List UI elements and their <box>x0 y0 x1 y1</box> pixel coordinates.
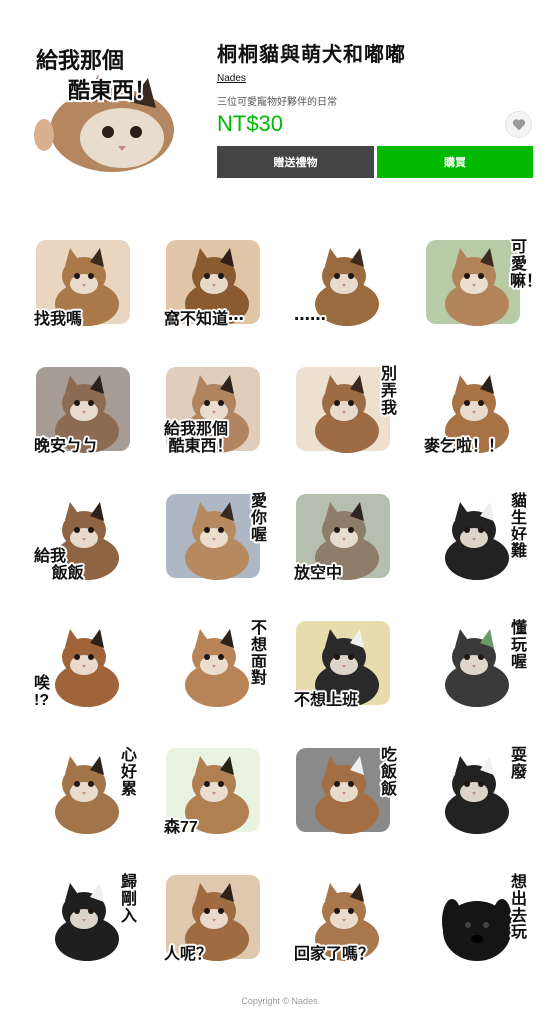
sticker-caption: ⋯⋯ <box>294 311 326 329</box>
sticker-caption: 森77 <box>164 819 198 837</box>
sticker-item[interactable]: 可愛嘛！ <box>412 228 542 355</box>
sticker-item[interactable]: 不想上班 <box>282 609 412 736</box>
sticker-item[interactable]: 耍廢 <box>412 736 542 863</box>
sticker-item[interactable]: 找我嗎 <box>22 228 152 355</box>
sticker-item[interactable]: 晚安ㄅㄅ <box>22 355 152 482</box>
sticker-grid: 找我嗎 窩不知道⋯ ⋯⋯ 可愛嘛！ 晚安ㄅㄅ 給我那個 酷東西！ 別弄我 麥乞啦… <box>22 228 542 990</box>
main-sticker-caption-line1: 給我那個 <box>36 48 124 74</box>
tuxedo-cat-sticker-image <box>445 502 509 580</box>
sticker-item[interactable]: 窩不知道⋯ <box>152 228 282 355</box>
calico-cat-sticker-image <box>426 240 520 326</box>
sticker-item[interactable]: 給我那個 酷東西！ <box>152 355 282 482</box>
calico-cat-sticker-image <box>166 494 260 580</box>
sticker-item[interactable]: 懂玩喔 <box>412 609 542 736</box>
sticker-caption: 放空中 <box>294 565 343 583</box>
sticker-caption: 歸剛入 <box>120 874 137 925</box>
main-sticker-caption-line2: 酷東西！ <box>68 79 156 104</box>
calico-cat-sticker-image <box>55 756 119 834</box>
sticker-item[interactable]: 放空中 <box>282 482 412 609</box>
sticker-caption: 懂玩喔 <box>510 620 527 671</box>
sticker-caption: 貓生好難 <box>510 493 527 561</box>
sticker-item[interactable]: 人呢？ <box>152 863 282 990</box>
sticker-caption: 可愛嘛！ <box>510 239 543 290</box>
sticker-caption: 吃飯飯 <box>380 747 397 798</box>
sticker-item[interactable]: 別弄我 <box>282 355 412 482</box>
tuxedo-cat-sticker-image <box>445 756 509 834</box>
calico-cat-sticker-image <box>296 367 390 453</box>
sticker-caption: 晚安ㄅㄅ <box>34 438 99 456</box>
sticker-caption: 唉 !? <box>34 675 51 710</box>
sticker-item[interactable]: 森77 <box>152 736 282 863</box>
sticker-item[interactable]: 歸剛入 <box>22 863 152 990</box>
product-title: 桐桐貓與萌犬和嘟嘟 <box>217 44 406 66</box>
sticker-item[interactable]: 吃飯飯 <box>282 736 412 863</box>
sticker-item[interactable]: ⋯⋯ <box>282 228 412 355</box>
sticker-caption: 別弄我 <box>380 366 397 417</box>
black-dog-sticker-image <box>442 899 512 961</box>
author-link[interactable]: Nades <box>217 73 246 84</box>
gift-button[interactable]: 贈送禮物 <box>217 146 374 178</box>
sticker-caption: 愛你喔 <box>250 493 267 544</box>
product-description: 三位可愛寵物好夥伴的日常 <box>217 97 337 108</box>
calico-cat-sticker-image <box>296 748 390 834</box>
sticker-item[interactable]: 給我 飯飯 <box>22 482 152 609</box>
sticker-item[interactable]: 心好累 <box>22 736 152 863</box>
buy-button[interactable]: 購買 <box>377 146 533 178</box>
sticker-item[interactable]: 愛你喔 <box>152 482 282 609</box>
calico-cat-sticker-image <box>185 629 249 707</box>
heart-icon <box>512 119 525 131</box>
product-price: NT$30 <box>217 111 284 136</box>
sticker-caption: 找我嗎 <box>34 311 83 329</box>
favorite-button[interactable] <box>505 111 532 138</box>
sticker-item[interactable]: 唉 !? <box>22 609 152 736</box>
main-sticker-image: 給我那個 酷東西！ <box>34 46 174 172</box>
sticker-item[interactable]: 想出去玩 <box>412 863 542 990</box>
tuxedo-cat-sticker-image <box>55 883 119 961</box>
sticker-caption: 心好累 <box>120 747 137 798</box>
sticker-caption: 給我那個 酷東西！ <box>164 421 233 456</box>
sticker-item[interactable]: 不想面對 <box>152 609 282 736</box>
sticker-item[interactable]: 麥乞啦！！ <box>412 355 542 482</box>
sticker-caption: 窩不知道⋯ <box>164 311 245 329</box>
sticker-caption: 不想面對 <box>250 620 267 688</box>
sticker-caption: 回家了嗎？ <box>294 946 375 964</box>
product-header: 給我那個 酷東西！ 桐桐貓與萌犬和嘟嘟 Nades 三位可愛寵物好夥伴的日常 N… <box>0 0 559 200</box>
tuxedo-cat-sticker-image <box>445 629 509 707</box>
sticker-caption: 麥乞啦！！ <box>424 438 505 456</box>
sticker-caption: 耍廢 <box>510 747 527 781</box>
sticker-item[interactable]: 貓生好難 <box>412 482 542 609</box>
sticker-caption: 人呢？ <box>164 946 213 964</box>
copyright-footer: Copyright © Nades <box>241 996 318 1006</box>
sticker-caption: 不想上班 <box>294 692 359 710</box>
sticker-item[interactable]: 回家了嗎？ <box>282 863 412 990</box>
sticker-caption: 想出去玩 <box>510 874 527 942</box>
sticker-caption: 給我 飯飯 <box>34 548 84 583</box>
